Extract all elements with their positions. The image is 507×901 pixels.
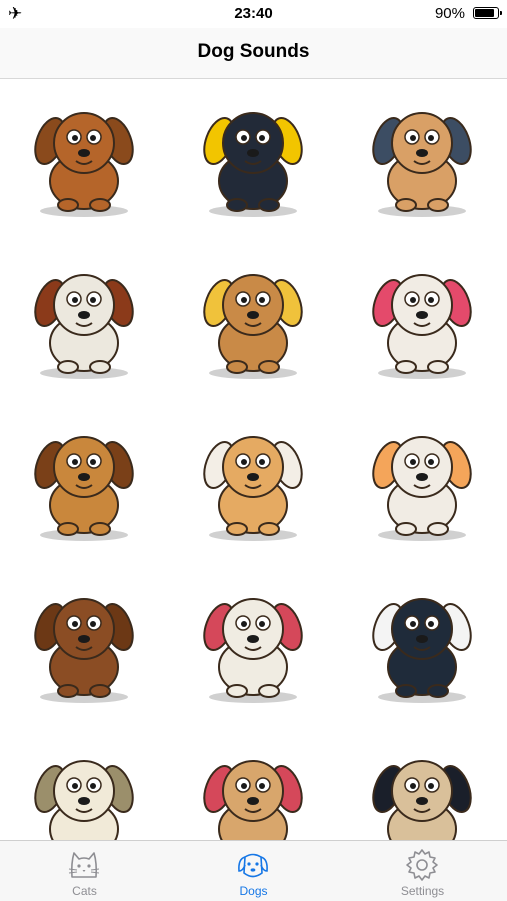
dog-illustration — [203, 112, 303, 217]
dog-sticker-bulldog-top-hat[interactable] — [338, 727, 507, 840]
navigation-bar: Dog Sounds — [0, 28, 507, 79]
dog-illustration — [34, 760, 134, 840]
dog-illustration — [34, 598, 134, 703]
dog-illustration — [34, 436, 134, 541]
status-bar: ✈ 23:40 90% — [0, 0, 507, 28]
dog-illustration — [203, 760, 303, 840]
cat-icon — [68, 852, 100, 878]
dog-sticker-brown-dog-with-bone[interactable] — [0, 79, 169, 241]
dog-sticker-pug-tongue-out[interactable] — [169, 727, 338, 840]
dog-sticker-grid[interactable] — [0, 79, 507, 840]
dog-icon — [238, 853, 268, 878]
dog-sticker-chihuahua-with-big-bone[interactable] — [169, 403, 338, 565]
tab-label: Settings — [400, 884, 445, 898]
tab-label: Dogs — [239, 884, 268, 898]
tab-bar: Cats Dogs Settings — [0, 840, 507, 901]
dog-illustration — [372, 112, 472, 217]
dog-sticker-basset-hound-party-hat[interactable] — [169, 241, 338, 403]
dog-illustration — [203, 274, 303, 379]
tab-dogs[interactable]: Dogs — [169, 841, 338, 901]
dog-sticker-maltese-tongue-out[interactable] — [169, 565, 338, 727]
dog-illustration — [372, 760, 472, 840]
dog-illustration — [203, 598, 303, 703]
dog-illustration — [203, 436, 303, 541]
dog-sticker-golden-puppy[interactable] — [0, 727, 169, 840]
dog-sticker-husky-in-fedora[interactable] — [338, 565, 507, 727]
dog-sticker-chihuahua-with-dumbbell[interactable] — [338, 79, 507, 241]
dog-illustration — [372, 598, 472, 703]
status-time: 23:40 — [234, 5, 273, 22]
gear-icon — [406, 849, 438, 881]
tab-cats[interactable]: Cats — [0, 841, 169, 901]
dog-sticker-dachshund-with-poop[interactable] — [0, 565, 169, 727]
tab-label: Cats — [72, 884, 97, 898]
dog-illustration — [372, 436, 472, 541]
dog-illustration — [372, 274, 472, 379]
dog-sticker-bulldog-with-boxing-gloves[interactable] — [0, 403, 169, 565]
dog-sticker-chihuahua-in-martini-glass[interactable] — [338, 403, 507, 565]
dog-sticker-black-dog-with-ball[interactable] — [169, 79, 338, 241]
dog-sticker-cavalier-with-pink-bows[interactable] — [338, 241, 507, 403]
page-title: Dog Sounds — [197, 41, 310, 62]
battery-fill — [475, 9, 494, 17]
battery-percent: 90% — [434, 5, 465, 22]
dog-illustration — [34, 112, 134, 217]
dog-illustration — [34, 274, 134, 379]
battery-icon — [473, 7, 502, 19]
dog-sticker-white-shaggy-dog-barking[interactable] — [0, 241, 169, 403]
tab-settings[interactable]: Settings — [338, 841, 507, 901]
